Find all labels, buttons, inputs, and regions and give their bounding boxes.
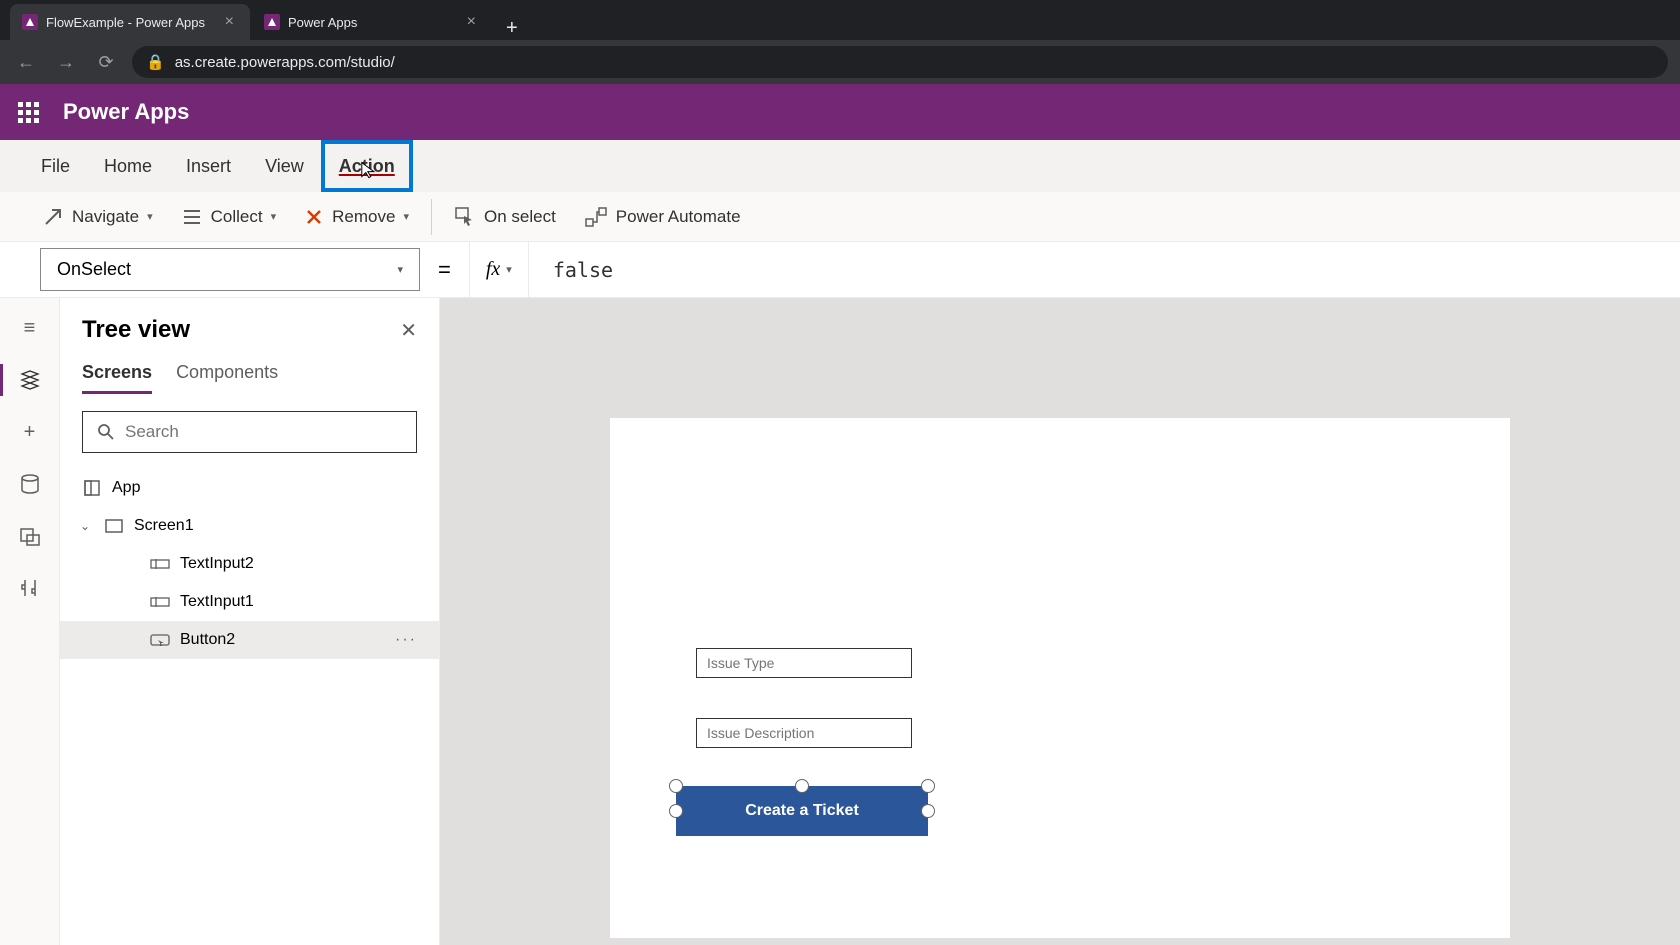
close-icon[interactable]: ✕ <box>400 318 417 343</box>
menu-file[interactable]: File <box>24 140 87 192</box>
tree-item-textinput1[interactable]: TextInput1 <box>60 583 439 621</box>
app-launcher-icon[interactable] <box>18 102 39 123</box>
divider <box>431 199 432 235</box>
collect-button[interactable]: Collect ▾ <box>169 200 289 234</box>
menu-view[interactable]: View <box>248 140 321 192</box>
tab-favicon-icon <box>264 14 280 30</box>
panel-title: Tree view <box>82 316 190 344</box>
formula-bar: OnSelect ▾ = fx ▾ false <box>0 242 1680 298</box>
textinput-icon <box>150 595 170 609</box>
app-title: Power Apps <box>63 99 189 125</box>
tools-icon[interactable] <box>18 576 42 600</box>
lock-icon: 🔒 <box>146 53 165 71</box>
chevron-down-icon[interactable]: ⌄ <box>80 519 94 533</box>
close-icon[interactable]: × <box>221 13 238 31</box>
search-input[interactable] <box>125 422 402 442</box>
remove-button[interactable]: Remove ▾ <box>292 201 421 233</box>
chevron-down-icon: ▾ <box>147 210 153 223</box>
tree-view-icon[interactable] <box>18 368 42 392</box>
canvas-stage[interactable]: Create a Ticket <box>610 418 1510 938</box>
tree-item-textinput2[interactable]: TextInput2 <box>60 545 439 583</box>
tree-item-button2[interactable]: Button2 ··· <box>60 621 439 659</box>
media-icon[interactable] <box>18 524 42 548</box>
back-button[interactable]: ← <box>12 52 40 73</box>
ribbon-toolbar: Navigate ▾ Collect ▾ Remove ▾ On select … <box>0 192 1680 242</box>
navigate-icon <box>42 206 64 228</box>
list-icon <box>181 206 203 228</box>
x-icon <box>304 207 324 227</box>
app-icon <box>82 479 102 497</box>
menu-bar: File Home Insert View Action <box>0 140 1680 192</box>
tab-favicon-icon <box>22 14 38 30</box>
search-icon <box>97 423 115 441</box>
create-ticket-button[interactable]: Create a Ticket <box>676 786 928 836</box>
screen-icon <box>104 519 124 533</box>
on-select-button[interactable]: On select <box>442 200 568 234</box>
chevron-down-icon: ▾ <box>397 263 403 276</box>
tree-item-app[interactable]: App <box>60 469 439 507</box>
menu-action[interactable]: Action <box>321 140 413 192</box>
resize-handle[interactable] <box>669 779 683 793</box>
tree-list: App ⌄ Screen1 TextInput2 TextInput1 Butt… <box>60 469 439 945</box>
equals-label: = <box>420 257 469 283</box>
url-text: as.create.powerapps.com/studio/ <box>175 54 395 71</box>
tab-title: FlowExample - Power Apps <box>46 15 221 30</box>
chevron-down-icon: ▾ <box>506 263 512 276</box>
fx-button[interactable]: fx ▾ <box>469 242 529 297</box>
new-tab-button[interactable]: + <box>494 17 530 40</box>
issue-description-input[interactable] <box>696 718 912 748</box>
address-bar[interactable]: 🔒 as.create.powerapps.com/studio/ <box>132 46 1668 78</box>
power-automate-button[interactable]: Power Automate <box>572 199 753 235</box>
selected-button-wrapper[interactable]: Create a Ticket <box>676 786 928 836</box>
app-header: Power Apps <box>0 84 1680 140</box>
hamburger-icon[interactable]: ≡ <box>18 316 42 340</box>
tab-components[interactable]: Components <box>176 354 278 394</box>
tree-item-screen[interactable]: ⌄ Screen1 <box>60 507 439 545</box>
formula-input[interactable]: false <box>529 258 1680 282</box>
tree-view-panel: Tree view ✕ Screens Components App ⌄ Scr… <box>60 298 440 945</box>
resize-handle[interactable] <box>795 779 809 793</box>
browser-tab-strip: FlowExample - Power Apps × Power Apps × … <box>0 0 1680 40</box>
left-rail: ≡ + <box>0 298 60 945</box>
more-icon[interactable]: ··· <box>395 631 417 649</box>
tab-title: Power Apps <box>288 15 463 30</box>
resize-handle[interactable] <box>921 779 935 793</box>
browser-toolbar: ← → ⟳ 🔒 as.create.powerapps.com/studio/ <box>0 40 1680 84</box>
navigate-button[interactable]: Navigate ▾ <box>30 200 165 234</box>
flow-icon <box>584 205 608 229</box>
insert-icon[interactable]: + <box>18 420 42 444</box>
textinput-icon <box>150 557 170 571</box>
data-icon[interactable] <box>18 472 42 496</box>
close-icon[interactable]: × <box>463 13 480 31</box>
property-dropdown[interactable]: OnSelect ▾ <box>40 248 420 291</box>
issue-type-input[interactable] <box>696 648 912 678</box>
cursor-click-icon <box>454 206 476 228</box>
resize-handle[interactable] <box>921 804 935 818</box>
resize-handle[interactable] <box>669 804 683 818</box>
forward-button[interactable]: → <box>52 52 80 73</box>
tab-screens[interactable]: Screens <box>82 354 152 394</box>
reload-button[interactable]: ⟳ <box>92 52 120 73</box>
main-layout: ≡ + Tree view ✕ Screens Components <box>0 298 1680 945</box>
chevron-down-icon: ▾ <box>271 210 277 223</box>
canvas-area: Create a Ticket <box>440 298 1680 945</box>
button-icon <box>150 632 170 648</box>
browser-tab[interactable]: Power Apps × <box>252 4 492 40</box>
menu-insert[interactable]: Insert <box>169 140 248 192</box>
chevron-down-icon: ▾ <box>403 210 409 223</box>
menu-home[interactable]: Home <box>87 140 169 192</box>
search-box[interactable] <box>82 411 417 453</box>
browser-tab-active[interactable]: FlowExample - Power Apps × <box>10 4 250 40</box>
